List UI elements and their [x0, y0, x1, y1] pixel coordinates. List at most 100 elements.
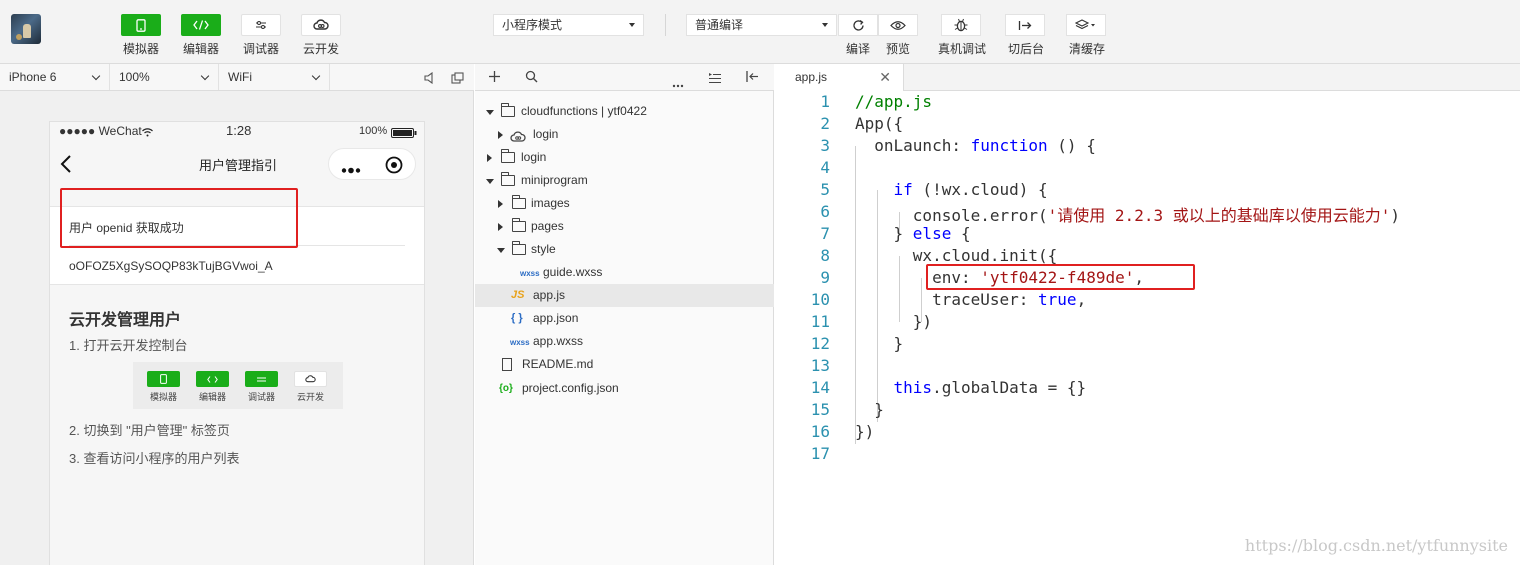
zoom-select[interactable]: 100%: [110, 64, 219, 90]
collapse-arrow-icon: [498, 200, 503, 208]
device-select[interactable]: iPhone 6: [0, 64, 110, 90]
tree-item-images[interactable]: images: [475, 192, 774, 215]
mode-select[interactable]: 小程序模式: [493, 14, 644, 36]
code-token: }: [855, 400, 884, 419]
device-select-value: iPhone 6: [9, 70, 57, 84]
code-icon: [181, 14, 221, 36]
switch-background-button[interactable]: 切后台: [1005, 14, 1045, 57]
cloud-icon: [294, 371, 327, 387]
preview-button[interactable]: 预览: [878, 14, 918, 57]
collapse-all-icon[interactable]: [708, 71, 722, 89]
folder-icon: [511, 218, 526, 232]
line-number: 4: [820, 158, 830, 177]
line-number: 7: [820, 224, 830, 243]
code-token: () {: [1047, 136, 1096, 155]
toggle-panel-icon[interactable]: [745, 70, 759, 88]
editor-label: 编辑器: [182, 42, 219, 56]
tree-item-cloudfunctions[interactable]: cloudfunctions | ytf0422: [475, 100, 774, 123]
code-icon: [196, 371, 229, 387]
mini-cloud-button: 云开发: [294, 371, 327, 403]
tree-item-label: pages: [531, 219, 564, 233]
debugger-toggle-button[interactable]: 调试器: [241, 14, 281, 57]
add-file-icon[interactable]: [488, 70, 501, 88]
line-number: 16: [810, 422, 830, 441]
guide-title: 云开发管理用户: [69, 312, 182, 329]
tree-item-app-js[interactable]: JS app.js: [475, 284, 774, 307]
simulator-toggle-button[interactable]: 模拟器: [121, 14, 161, 57]
tree-item-pages[interactable]: pages: [475, 215, 774, 238]
close-icon[interactable]: ✕: [879, 64, 891, 91]
tree-item-readme[interactable]: README.md: [475, 353, 774, 376]
code-line: } else {: [855, 224, 971, 243]
line-number: 13: [810, 356, 830, 375]
code-token: else: [912, 224, 952, 243]
line-number: 12: [810, 334, 830, 353]
line-number: 15: [810, 400, 830, 419]
line-number: 11: [810, 312, 830, 331]
tree-item-label: README.md: [522, 357, 594, 371]
wifi-icon: [142, 126, 153, 140]
switch-background-icon: [1005, 14, 1045, 36]
network-select[interactable]: WiFi: [219, 64, 330, 90]
code-token: App({: [855, 114, 904, 133]
file-tree-panel: cloudfunctions | ytf0422 login login min…: [475, 91, 774, 565]
debug-sliders-icon: [241, 14, 281, 36]
cloud-dev-button[interactable]: 云开发: [301, 14, 341, 57]
collapse-arrow-icon: [498, 131, 503, 139]
simulator-label: 模拟器: [122, 42, 159, 56]
cloud-icon: [301, 14, 341, 36]
watermark-text: https://blog.csdn.net/ytfunnysite: [1244, 536, 1508, 555]
search-icon[interactable]: [525, 70, 538, 88]
code-line: if (!wx.cloud) {: [855, 180, 1048, 199]
tree-item-label: miniprogram: [521, 173, 588, 187]
bug-icon: [941, 14, 981, 36]
line-number: 8: [820, 246, 830, 265]
compile-button[interactable]: 编译: [838, 14, 878, 57]
code-line: }: [855, 400, 884, 419]
tree-item-style[interactable]: style: [475, 238, 774, 261]
tree-item-login[interactable]: login: [475, 146, 774, 169]
close-miniprogram-icon[interactable]: [385, 156, 403, 179]
tab-app-js[interactable]: app.js ✕: [775, 64, 904, 91]
tree-item-guide-wxss[interactable]: wxss guide.wxss: [475, 261, 774, 284]
more-dots-icon[interactable]: [341, 161, 361, 179]
code-token: ): [1390, 206, 1400, 225]
chevron-down-icon: [91, 71, 101, 81]
tree-item-label: project.config.json: [522, 381, 619, 395]
phone-status-bar: ●●●●● WeChat 1:28 100%: [50, 122, 424, 142]
compile-mode-select[interactable]: 普通编译: [686, 14, 837, 36]
file-tree-toolbar: [475, 64, 774, 91]
speaker-icon[interactable]: [424, 71, 436, 89]
avatar[interactable]: [11, 14, 41, 44]
mini-debugger-label: 调试器: [247, 392, 275, 402]
capsule-menu[interactable]: [328, 148, 416, 180]
mini-editor-button: 编辑器: [196, 371, 229, 403]
detach-window-icon[interactable]: [451, 71, 464, 89]
code-token: (!wx.cloud) {: [912, 180, 1048, 199]
tree-item-label: cloudfunctions | ytf0422: [521, 104, 647, 118]
editor-toggle-button[interactable]: 编辑器: [181, 14, 221, 57]
wxss-file-icon: wxss: [520, 269, 540, 278]
line-number: 6: [820, 202, 830, 221]
guide-step-1: 1. 打开云开发控制台: [69, 338, 188, 353]
clear-cache-button[interactable]: 清缓存: [1066, 14, 1106, 57]
line-number: 10: [810, 290, 830, 309]
line-number: 14: [810, 378, 830, 397]
expand-arrow-icon: [486, 179, 494, 184]
code-editor[interactable]: 1 //app.js 2 App({3 onLaunch: function () {…: [775, 91, 1520, 565]
editor-tab-bar: app.js ✕: [775, 64, 1520, 91]
code-token: true: [1038, 290, 1077, 309]
wxss-file-icon: wxss: [510, 338, 530, 347]
folder-open-icon: [500, 172, 515, 186]
remote-debug-button[interactable]: 真机调试: [938, 14, 987, 57]
tree-item-app-wxss[interactable]: wxss app.wxss: [475, 330, 774, 353]
tree-item-project-config[interactable]: {o} project.config.json: [475, 377, 774, 400]
tree-item-app-json[interactable]: { } app.json: [475, 307, 774, 330]
line-number: 2: [820, 114, 830, 133]
code-line: wx.cloud.init({: [855, 246, 1058, 265]
layers-icon: [1066, 14, 1106, 36]
tree-item-login-cloud[interactable]: login: [475, 123, 774, 146]
code-line: this.globalData = {}: [855, 378, 1087, 397]
remote-debug-label: 真机调试: [938, 42, 987, 56]
tree-item-miniprogram[interactable]: miniprogram: [475, 169, 774, 192]
